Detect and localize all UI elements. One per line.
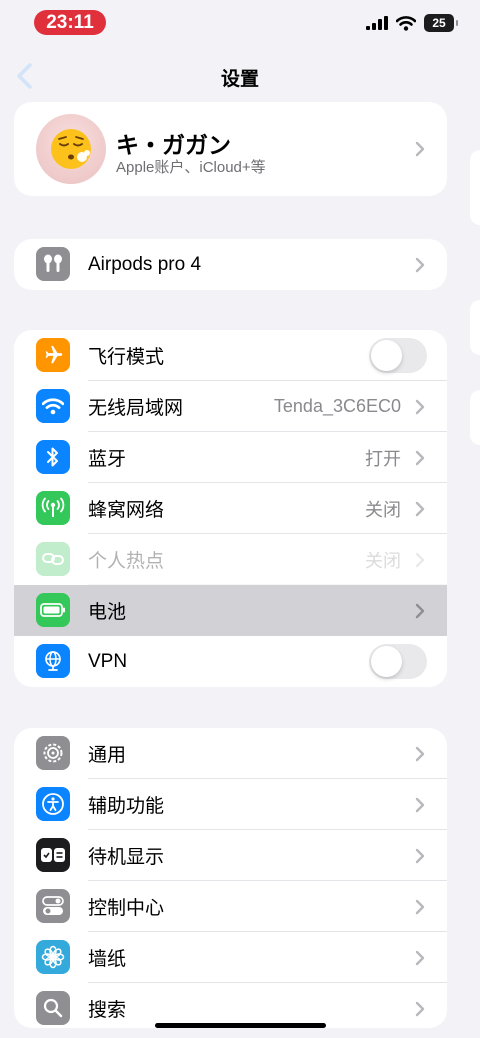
search-icon <box>36 991 70 1025</box>
accessibility-label: 辅助功能 <box>88 796 165 817</box>
cellular-value: 关闭 <box>365 499 401 520</box>
personal-hotspot-icon <box>36 542 70 576</box>
chevron-right-icon <box>415 950 425 966</box>
nav-bar: 设置 <box>0 52 480 100</box>
profile-card[interactable]: キ・ガガン Apple账户、iCloud+等 <box>14 102 447 196</box>
chevron-right-icon <box>415 848 425 864</box>
connectivity-card: 飞行模式 无线局域网 Tenda_3C6EC0 蓝牙 打开 蜂窝网络 关闭 个人… <box>14 330 447 687</box>
battery-level: 25 <box>424 14 458 32</box>
home-indicator[interactable] <box>155 1023 326 1028</box>
chevron-right-icon <box>415 603 425 619</box>
chevron-right-icon <box>415 257 425 273</box>
battery-row[interactable]: 电池 <box>14 585 447 636</box>
chevron-right-icon <box>415 450 425 466</box>
device-label: Airpods pro 4 <box>88 253 202 275</box>
wallpaper-flower-icon <box>36 940 70 974</box>
status-time[interactable]: 23:11 <box>34 10 106 35</box>
apple-account-row[interactable]: キ・ガガン Apple账户、iCloud+等 <box>14 102 447 196</box>
profile-subtitle: Apple账户、iCloud+等 <box>116 159 266 176</box>
wifi-icon <box>396 15 416 31</box>
status-icons: 25 <box>366 14 458 32</box>
gear-icon <box>36 736 70 770</box>
wifi-icon <box>36 389 70 423</box>
control-center-icon <box>36 889 70 923</box>
general-label: 通用 <box>88 745 127 766</box>
search-label: 搜索 <box>88 1000 127 1021</box>
standby-icon <box>36 838 70 872</box>
vpn-row[interactable]: VPN <box>14 636 447 687</box>
bluetooth-row[interactable]: 蓝牙 打开 <box>14 432 447 483</box>
side-panel-edge <box>470 390 480 445</box>
personal-hotspot-label: 个人热点 <box>88 551 165 572</box>
chevron-right-icon <box>415 141 425 157</box>
side-panel-edge <box>470 150 480 225</box>
airplane-icon <box>36 338 70 372</box>
battery-icon <box>36 593 70 627</box>
bluetooth-value: 打开 <box>365 448 401 469</box>
status-bar: 23:11 25 <box>0 0 480 48</box>
profile-name: キ・ガガン <box>116 132 231 158</box>
cellular-signal-icon <box>366 16 388 30</box>
vpn-toggle[interactable] <box>369 644 427 679</box>
vpn-label: VPN <box>88 650 128 672</box>
cellular-row[interactable]: 蜂窝网络 关闭 <box>14 483 447 534</box>
personal-hotspot-row: 个人热点 关闭 <box>14 534 447 585</box>
control-center-row[interactable]: 控制中心 <box>14 881 447 932</box>
chevron-right-icon <box>415 797 425 813</box>
wifi-row[interactable]: 无线局域网 Tenda_3C6EC0 <box>14 381 447 432</box>
cellular-antenna-icon <box>36 491 70 525</box>
standby-row[interactable]: 待机显示 <box>14 830 447 881</box>
general-card: 通用 辅助功能 待机显示 控制中心 墙纸 搜索 <box>14 728 447 1028</box>
side-panel-edge <box>470 300 480 355</box>
vpn-globe-icon <box>36 644 70 678</box>
control-center-label: 控制中心 <box>88 898 165 919</box>
standby-label: 待机显示 <box>88 847 165 868</box>
chevron-right-icon <box>415 399 425 415</box>
page-title: 设置 <box>220 69 259 90</box>
wallpaper-label: 墙纸 <box>88 949 127 970</box>
airplane-mode-row[interactable]: 飞行模式 <box>14 330 447 381</box>
avatar <box>36 114 106 184</box>
accessibility-row[interactable]: 辅助功能 <box>14 779 447 830</box>
face-exhaling-emoji <box>51 129 91 169</box>
chevron-right-icon <box>415 1001 425 1017</box>
wallpaper-row[interactable]: 墙纸 <box>14 932 447 983</box>
chevron-right-icon <box>415 552 425 568</box>
chevron-right-icon <box>415 899 425 915</box>
accessibility-icon <box>36 787 70 821</box>
personal-hotspot-value: 关闭 <box>365 550 401 571</box>
airpods-icon <box>36 247 70 281</box>
bluetooth-label: 蓝牙 <box>88 449 127 470</box>
wifi-value: Tenda_3C6EC0 <box>273 396 401 416</box>
general-row[interactable]: 通用 <box>14 728 447 779</box>
wifi-label: 无线局域网 <box>88 398 184 419</box>
bluetooth-icon <box>36 440 70 474</box>
chevron-right-icon <box>415 746 425 762</box>
battery-label: 电池 <box>88 602 127 623</box>
device-card[interactable]: Airpods pro 4 <box>14 239 447 290</box>
airplane-mode-label: 飞行模式 <box>88 347 165 368</box>
airplane-mode-toggle[interactable] <box>369 338 427 373</box>
search-row[interactable]: 搜索 <box>14 983 447 1028</box>
airpods-row[interactable]: Airpods pro 4 <box>14 239 447 290</box>
chevron-right-icon <box>415 501 425 517</box>
cellular-label: 蜂窝网络 <box>88 500 165 521</box>
